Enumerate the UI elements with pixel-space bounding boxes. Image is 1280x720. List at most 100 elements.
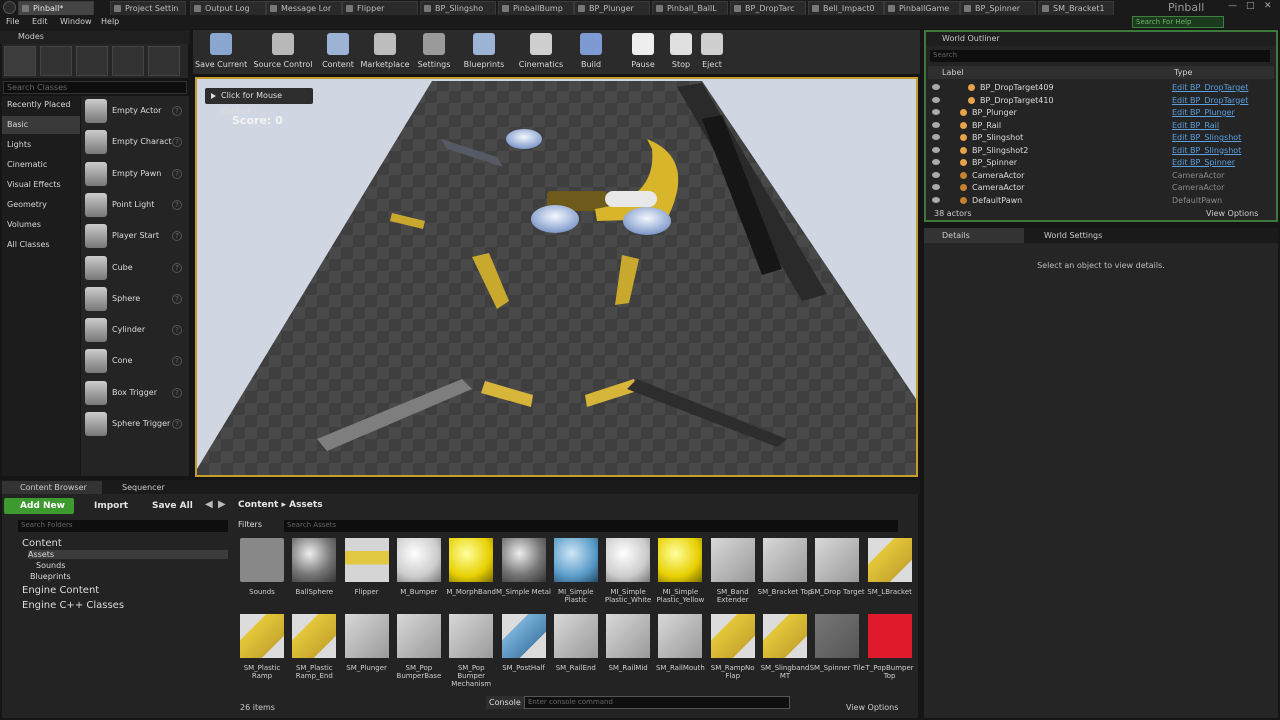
menu-help[interactable]: Help xyxy=(101,17,119,26)
placeable-item[interactable]: Cylinder? xyxy=(81,315,189,345)
asset-tile[interactable]: SM_Plunger xyxy=(343,614,391,684)
toolbar-build-button[interactable]: Build xyxy=(573,32,609,72)
doc-tab[interactable]: Pinball_BallL xyxy=(652,1,728,15)
toolbar-blueprints-button[interactable]: Blueprints xyxy=(461,32,507,72)
asset-tile[interactable]: MI_Simple Plastic_White xyxy=(604,538,652,608)
tree-assets[interactable]: Assets xyxy=(28,550,228,559)
asset-tile[interactable]: SM_PostHalf xyxy=(500,614,548,684)
toolbar-stop-button[interactable]: Stop xyxy=(665,32,697,72)
visibility-eye-icon[interactable] xyxy=(932,159,940,165)
doc-tab[interactable]: Bell_Impact0 xyxy=(808,1,884,15)
asset-tile[interactable]: SM_Pop BumperBase xyxy=(395,614,443,684)
outliner-view-options-button[interactable]: View Options xyxy=(1206,209,1258,218)
breadcrumb-content[interactable]: Content xyxy=(238,500,278,510)
outliner-row[interactable]: BP_Rail Edit BP_Rail xyxy=(928,120,1266,132)
placeable-item[interactable]: Cone? xyxy=(81,346,189,376)
asset-tile[interactable]: SM_Plastic Ramp_End xyxy=(290,614,338,684)
asset-tile[interactable]: SM_Spinner Tile xyxy=(810,614,865,684)
visibility-eye-icon[interactable] xyxy=(932,196,940,203)
toolbar-marketplace-button[interactable]: Marketplace xyxy=(359,32,411,72)
tree-engine-cpp[interactable]: Engine C++ Classes xyxy=(22,600,124,611)
minimize-icon[interactable]: — xyxy=(1228,1,1237,11)
visibility-eye-icon[interactable] xyxy=(932,171,940,178)
doc-tab[interactable]: Flipper xyxy=(342,1,418,15)
add-new-button[interactable]: Add New xyxy=(4,498,74,514)
toolbar-content-button[interactable]: Content xyxy=(319,32,357,72)
modes-tab[interactable]: Modes xyxy=(0,30,190,44)
foliage-mode-icon[interactable] xyxy=(112,46,144,76)
visibility-eye-icon[interactable] xyxy=(932,134,940,140)
tab-sequencer[interactable]: Sequencer xyxy=(104,481,184,494)
visibility-eye-icon[interactable] xyxy=(932,109,940,115)
visibility-eye-icon[interactable] xyxy=(932,121,940,128)
search-assets-input[interactable]: Search Assets xyxy=(284,520,898,532)
asset-tile[interactable]: M_Bumper xyxy=(395,538,443,608)
doc-tab[interactable]: BP_Spinner xyxy=(960,1,1036,15)
asset-tile[interactable]: SM_RailEnd xyxy=(552,614,600,684)
asset-tile[interactable]: SM_Bracket Top xyxy=(758,538,812,608)
placeable-item[interactable]: Empty Charact? xyxy=(81,127,189,157)
level-viewport[interactable]: Click for Mouse Control Score: 0 xyxy=(195,77,918,477)
filters-button[interactable]: Filters xyxy=(238,520,282,532)
help-icon[interactable]: ? xyxy=(172,137,182,148)
doc-tab[interactable]: BP_Plunger xyxy=(574,1,650,15)
help-icon[interactable]: ? xyxy=(172,231,182,242)
outliner-row[interactable]: BP_DropTarget409 Edit BP_DropTarget xyxy=(928,82,1266,94)
asset-tile[interactable]: SM_RampNo Flap xyxy=(709,614,757,684)
help-icon[interactable]: ? xyxy=(172,387,182,398)
toolbar-settings-button[interactable]: Settings xyxy=(415,32,453,72)
visibility-eye-icon[interactable] xyxy=(932,146,940,153)
toolbar-eject-button[interactable]: Eject xyxy=(697,32,727,72)
paint-mode-icon[interactable] xyxy=(40,46,72,76)
category-item[interactable]: Cinematic xyxy=(2,156,80,174)
placeable-item[interactable]: Player Start? xyxy=(81,221,189,251)
save-all-button[interactable]: Save All xyxy=(136,498,196,514)
category-item[interactable]: Geometry xyxy=(2,196,80,214)
help-icon[interactable]: ? xyxy=(172,356,182,367)
toolbar-save-current-button[interactable]: Save Current xyxy=(195,32,247,72)
doc-tab[interactable]: Message Lor xyxy=(266,1,342,15)
search-help-input[interactable]: Search For Help xyxy=(1132,16,1224,28)
outliner-row[interactable]: BP_DropTarget410 Edit BP_DropTarget xyxy=(928,95,1266,107)
doc-tab[interactable]: BP_Slingsho xyxy=(420,1,496,15)
col-type-header[interactable]: Type xyxy=(1174,68,1192,77)
console-input[interactable]: Enter console command xyxy=(524,696,790,709)
category-item[interactable]: Basic xyxy=(2,116,80,134)
asset-tile[interactable]: SM_RailMouth xyxy=(656,614,705,684)
visibility-eye-icon[interactable] xyxy=(932,84,940,90)
toolbar-cinematics-button[interactable]: Cinematics xyxy=(515,32,567,72)
help-icon[interactable]: ? xyxy=(172,199,182,210)
category-item[interactable]: Visual Effects xyxy=(2,176,80,194)
visibility-eye-icon[interactable] xyxy=(932,184,940,190)
landscape-mode-icon[interactable] xyxy=(76,46,108,76)
toolbar-pause-button[interactable]: Pause xyxy=(625,32,661,72)
asset-tile[interactable]: SM_Pop Bumper Mechanism xyxy=(447,614,495,688)
world-outliner-tab[interactable]: World Outliner xyxy=(926,32,1276,46)
tree-blueprints[interactable]: Blueprints xyxy=(30,572,71,581)
placeable-item[interactable]: Sphere Trigger? xyxy=(81,409,189,439)
geometry-mode-icon[interactable] xyxy=(148,46,180,76)
tab-content-browser[interactable]: Content Browser xyxy=(2,481,102,494)
help-icon[interactable]: ? xyxy=(172,262,182,273)
forward-arrow-icon[interactable]: ▶ xyxy=(218,499,226,510)
placeable-item[interactable]: Cube? xyxy=(81,253,189,283)
placeable-item[interactable]: Box Trigger? xyxy=(81,378,189,408)
tree-sounds[interactable]: Sounds xyxy=(36,561,65,570)
close-icon[interactable]: ✕ xyxy=(1264,1,1272,11)
help-icon[interactable]: ? xyxy=(172,293,182,304)
category-item[interactable]: All Classes xyxy=(2,236,80,254)
asset-tile[interactable]: SM_Drop Target xyxy=(810,538,865,608)
doc-tab[interactable]: BP_DropTarc xyxy=(730,1,806,15)
breadcrumb-assets[interactable]: Assets xyxy=(289,500,322,510)
asset-tile[interactable]: BallSphere xyxy=(290,538,338,608)
asset-tile[interactable]: SM_Slingband MT xyxy=(761,614,809,684)
tree-engine-content[interactable]: Engine Content xyxy=(22,585,99,596)
doc-tab[interactable]: Pinball* xyxy=(18,1,94,15)
asset-tile[interactable]: M_MorphBand xyxy=(446,538,496,608)
outliner-row[interactable]: CameraActor CameraActor xyxy=(928,170,1266,182)
click-for-mouse-control-button[interactable]: Click for Mouse Control xyxy=(205,88,313,116)
asset-tile[interactable]: SM_LBracket xyxy=(866,538,914,608)
outliner-row[interactable]: CameraActor CameraActor xyxy=(928,182,1266,194)
place-mode-icon[interactable] xyxy=(4,46,36,76)
placeable-item[interactable]: Empty Actor? xyxy=(81,96,189,126)
